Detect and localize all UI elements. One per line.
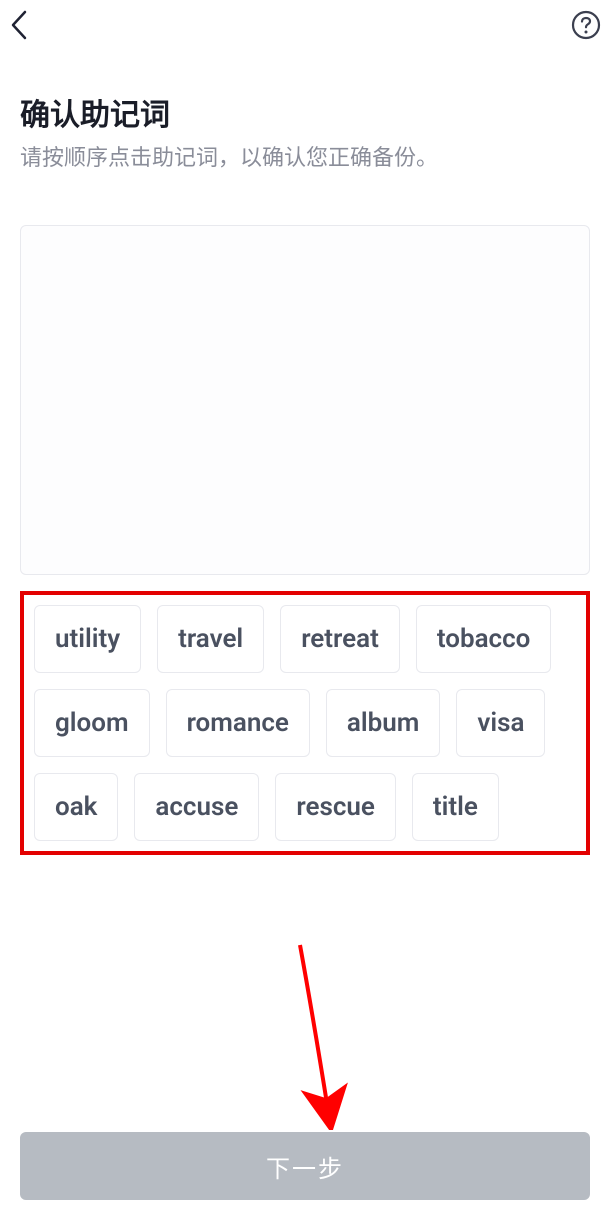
page-title: 确认助记词 bbox=[20, 90, 590, 134]
word-chip[interactable]: romance bbox=[166, 689, 310, 757]
word-chip[interactable]: utility bbox=[34, 605, 141, 673]
help-button[interactable] bbox=[570, 9, 602, 41]
word-chip[interactable]: rescue bbox=[275, 773, 396, 841]
word-chip[interactable]: tobacco bbox=[416, 605, 552, 673]
next-button[interactable]: 下一步 bbox=[20, 1132, 590, 1200]
word-chip[interactable]: gloom bbox=[34, 689, 150, 757]
word-grid-highlight: utilitytravelretreattobaccogloomromancea… bbox=[20, 591, 590, 855]
chevron-left-icon bbox=[9, 10, 31, 40]
selected-words-box[interactable] bbox=[20, 225, 590, 575]
help-icon bbox=[571, 10, 601, 40]
word-chip[interactable]: title bbox=[412, 773, 499, 841]
word-chip[interactable]: oak bbox=[34, 773, 118, 841]
word-chip[interactable]: travel bbox=[157, 605, 264, 673]
word-chip[interactable]: retreat bbox=[280, 605, 400, 673]
word-chip[interactable]: accuse bbox=[134, 773, 259, 841]
page-subtitle: 请按顺序点击助记词，以确认您正确备份。 bbox=[20, 144, 590, 175]
word-chip[interactable]: album bbox=[326, 689, 440, 757]
main-content: 确认助记词 请按顺序点击助记词，以确认您正确备份。 utilitytravelr… bbox=[0, 50, 610, 855]
header bbox=[0, 0, 610, 50]
arrow-annotation-icon bbox=[280, 940, 360, 1130]
next-button-label: 下一步 bbox=[266, 1149, 344, 1184]
word-chip[interactable]: visa bbox=[456, 689, 545, 757]
back-button[interactable] bbox=[4, 9, 36, 41]
word-grid: utilitytravelretreattobaccogloomromancea… bbox=[34, 605, 576, 841]
